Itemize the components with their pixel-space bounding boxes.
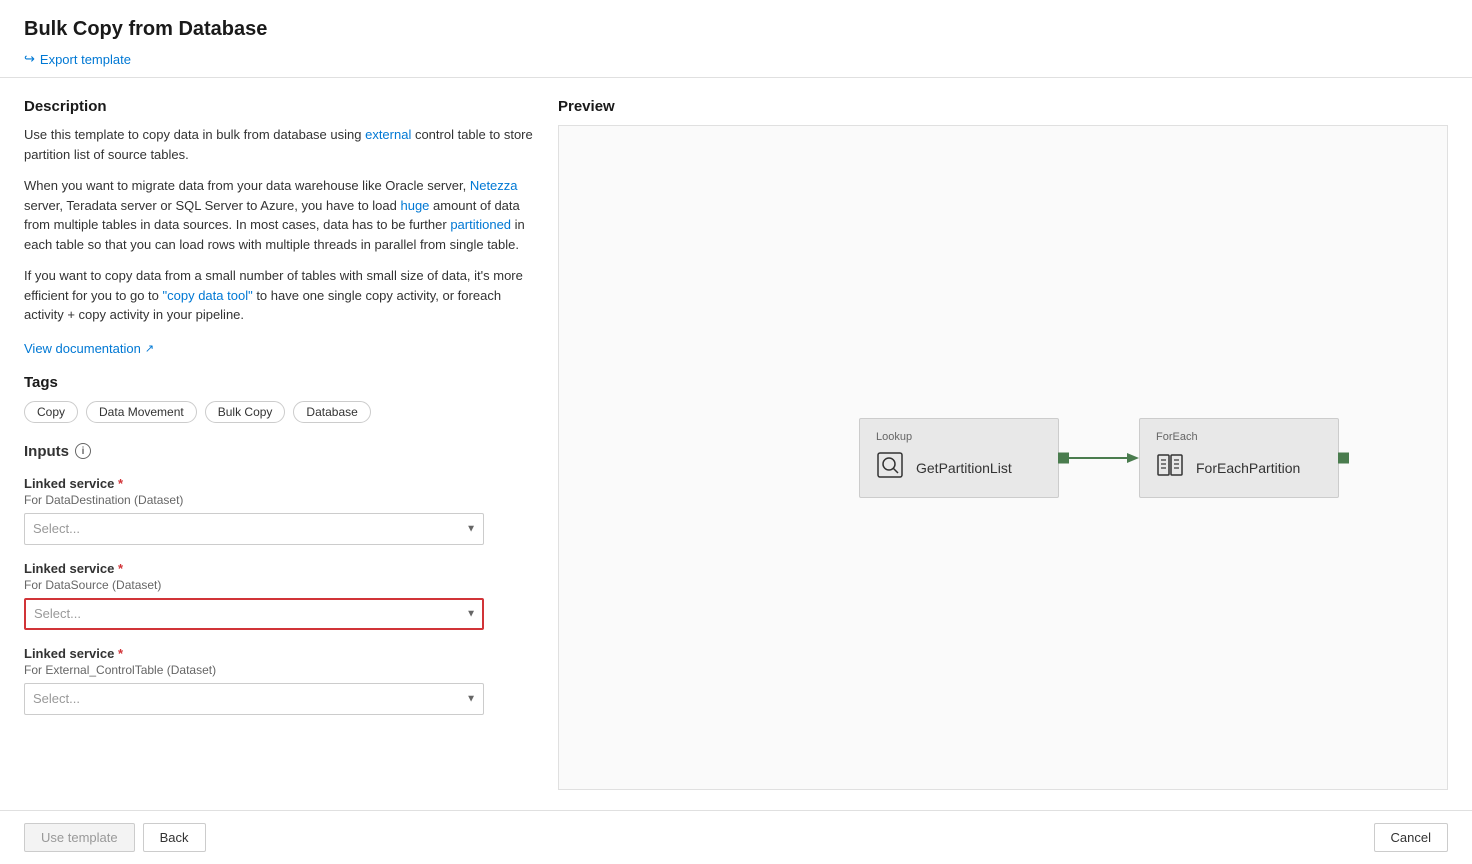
foreach-node: ForEach: [1139, 418, 1339, 498]
desc-link-netezza[interactable]: Netezza: [470, 178, 518, 193]
left-panel: Description Use this template to copy da…: [24, 98, 534, 790]
tag-data-movement: Data Movement: [86, 401, 197, 423]
preview-label: Preview: [558, 98, 1448, 115]
tag-copy: Copy: [24, 401, 78, 423]
foreach-type-label: ForEach: [1156, 431, 1322, 443]
select-wrapper-destination: Select... ▼: [24, 513, 484, 545]
use-template-button[interactable]: Use template: [24, 823, 135, 852]
external-link-icon: ↗: [145, 342, 154, 355]
description-para1: Use this template to copy data in bulk f…: [24, 125, 534, 164]
inputs-info-icon[interactable]: i: [75, 443, 91, 459]
pipeline-diagram: Lookup GetPartitionList: [859, 418, 1339, 498]
tag-database: Database: [293, 401, 370, 423]
main-content: Description Use this template to copy da…: [0, 78, 1472, 810]
description-para3: If you want to copy data from a small nu…: [24, 266, 534, 325]
select-wrapper-datasource: Select... ▼: [24, 598, 484, 630]
export-arrow-icon: ↪: [24, 51, 35, 67]
field-group-controltable: Linked service * For External_ControlTab…: [24, 646, 534, 715]
field-label-datasource: Linked service *: [24, 561, 534, 576]
inputs-header: Inputs i: [24, 443, 534, 460]
lookup-icon: [876, 451, 904, 485]
description-link-external[interactable]: external: [365, 127, 411, 142]
lookup-type-label: Lookup: [876, 431, 1042, 443]
tags-container: Copy Data Movement Bulk Copy Database: [24, 401, 534, 423]
select-datasource[interactable]: Select...: [24, 598, 484, 630]
page-header: Bulk Copy from Database ↪ Export templat…: [0, 0, 1472, 78]
field-sublabel-datasource: For DataSource (Dataset): [24, 578, 534, 592]
view-documentation-link[interactable]: View documentation ↗: [24, 341, 154, 356]
desc-link-load[interactable]: huge: [400, 198, 429, 213]
select-controltable[interactable]: Select...: [24, 683, 484, 715]
tag-bulk-copy: Bulk Copy: [205, 401, 286, 423]
foreach-icon: [1156, 451, 1184, 485]
field-sublabel-destination: For DataDestination (Dataset): [24, 493, 534, 507]
lookup-node: Lookup GetPartitionList: [859, 418, 1059, 498]
footer-right: Cancel: [1374, 823, 1448, 852]
lookup-right-connector: [1058, 452, 1069, 463]
page-footer: Use template Back Cancel: [0, 810, 1472, 864]
desc-link-copy-tool[interactable]: "copy data tool": [163, 288, 253, 303]
select-destination[interactable]: Select...: [24, 513, 484, 545]
footer-left: Use template Back: [24, 823, 206, 852]
lookup-node-name: GetPartitionList: [916, 460, 1012, 476]
field-sublabel-controltable: For External_ControlTable (Dataset): [24, 663, 534, 677]
field-label-destination: Linked service *: [24, 476, 534, 491]
inputs-section: Inputs i Linked service * For DataDestin…: [24, 443, 534, 715]
lookup-node-body: GetPartitionList: [876, 451, 1042, 485]
tags-title: Tags: [24, 374, 534, 391]
select-wrapper-controltable: Select... ▼: [24, 683, 484, 715]
right-panel: Preview Lookup GetPar: [558, 98, 1448, 790]
tags-section: Tags Copy Data Movement Bulk Copy Databa…: [24, 374, 534, 423]
field-group-datasource: Linked service * For DataSource (Dataset…: [24, 561, 534, 630]
cancel-button[interactable]: Cancel: [1374, 823, 1448, 852]
page-title: Bulk Copy from Database: [24, 18, 1448, 41]
pipeline-arrow: [1059, 448, 1139, 468]
description-title: Description: [24, 98, 534, 115]
field-label-controltable: Linked service *: [24, 646, 534, 661]
foreach-node-body: ForEachPartition: [1156, 451, 1322, 485]
foreach-node-name: ForEachPartition: [1196, 460, 1300, 476]
foreach-right-connector: [1338, 452, 1349, 463]
arrow-svg: [1059, 448, 1139, 468]
back-button[interactable]: Back: [143, 823, 206, 852]
desc-link-partitioned[interactable]: partitioned: [450, 217, 511, 232]
preview-canvas: Lookup GetPartitionList: [558, 125, 1448, 790]
export-template-link[interactable]: ↪ Export template: [24, 51, 131, 67]
field-group-destination: Linked service * For DataDestination (Da…: [24, 476, 534, 545]
description-para2: When you want to migrate data from your …: [24, 176, 534, 254]
